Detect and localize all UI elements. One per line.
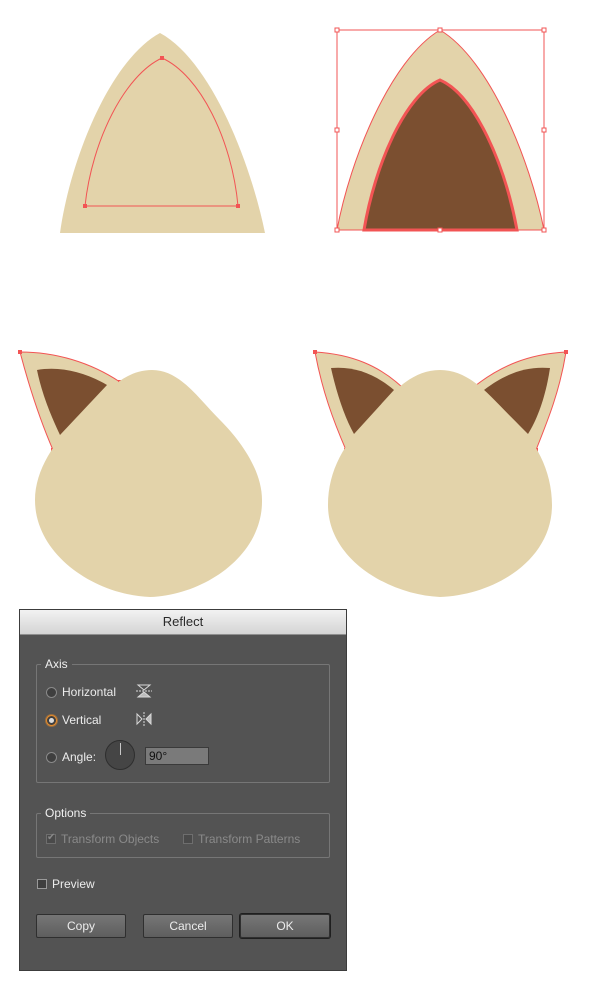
dialog-title: Reflect	[20, 610, 346, 635]
transform-patterns-label: Transform Patterns	[198, 832, 301, 846]
transform-objects-label: Transform Objects	[61, 832, 160, 846]
cat-head-one-ear	[18, 350, 263, 597]
preview-checkbox[interactable]	[37, 879, 47, 889]
cat-head-two-ears	[313, 350, 568, 597]
copy-button[interactable]: Copy	[36, 914, 126, 938]
transform-patterns-checkbox[interactable]	[183, 834, 193, 844]
vertical-label: Vertical	[62, 713, 102, 727]
options-legend: Options	[45, 806, 87, 820]
reflect-vertical-icon	[136, 712, 152, 726]
transform-objects-checkbox[interactable]	[46, 832, 56, 844]
anchor-point[interactable]	[83, 204, 87, 208]
ear-step-2	[334, 27, 547, 233]
transform-patterns-option[interactable]: Transform Patterns	[183, 832, 300, 846]
preview-label: Preview	[52, 877, 95, 891]
angle-radio[interactable]	[46, 751, 57, 763]
anchor-point[interactable]	[313, 350, 317, 354]
cancel-button[interactable]: Cancel	[143, 914, 233, 938]
ear-step-1	[60, 33, 265, 233]
vertical-radio[interactable]	[46, 714, 57, 726]
transform-objects-option[interactable]: Transform Objects	[46, 832, 159, 846]
horizontal-option[interactable]: Horizontal	[46, 685, 116, 699]
angle-input[interactable]: 90°	[145, 747, 209, 765]
reflect-dialog: Reflect Axis Horizontal Vertical Angle: …	[20, 610, 346, 970]
horizontal-radio[interactable]	[46, 686, 57, 698]
anchor-point[interactable]	[564, 350, 568, 354]
artwork-canvas	[18, 27, 568, 597]
preview-option[interactable]: Preview	[37, 877, 95, 891]
angle-label: Angle:	[62, 750, 97, 764]
ok-button[interactable]: OK	[240, 914, 330, 938]
anchor-point[interactable]	[236, 204, 240, 208]
anchor-point[interactable]	[18, 350, 22, 354]
axis-legend: Axis	[45, 657, 68, 671]
anchor-point[interactable]	[160, 56, 164, 60]
reflect-horizontal-icon	[136, 684, 152, 698]
angle-option[interactable]: Angle:	[46, 750, 96, 764]
vertical-option[interactable]: Vertical	[46, 713, 101, 727]
ear-outer-shape	[60, 33, 265, 233]
angle-dial[interactable]	[105, 740, 135, 770]
horizontal-label: Horizontal	[62, 685, 117, 699]
